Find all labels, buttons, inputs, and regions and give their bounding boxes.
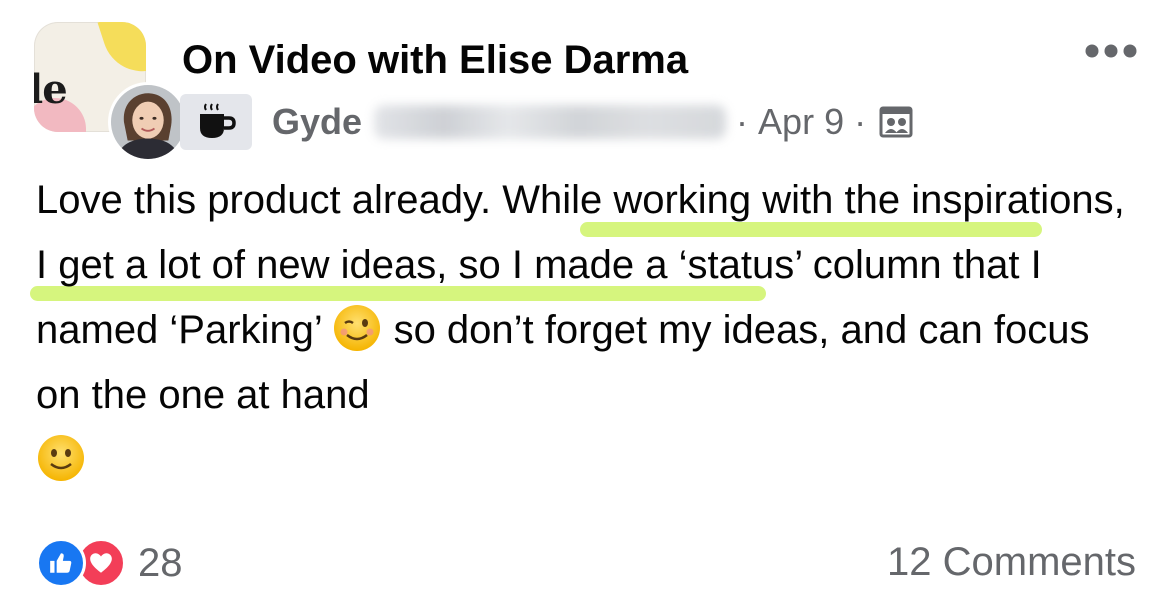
meta-separator: ·: [736, 101, 749, 142]
highlighted-text: While working with the: [502, 178, 901, 222]
group-avatar-logo: le: [34, 66, 68, 113]
post-meta: Gyde · Apr 9 ·: [180, 94, 914, 150]
group-name[interactable]: On Video with Elise Darma: [182, 38, 688, 83]
more-options-icon: [1085, 44, 1137, 58]
more-options-button[interactable]: [1084, 40, 1138, 62]
group-audience-icon[interactable]: [878, 104, 914, 140]
redacted-author-surname: [374, 105, 727, 139]
reactions-summary[interactable]: 28: [36, 538, 183, 588]
post-text-part: Love this product already.: [36, 178, 503, 222]
meta-separator: ·: [854, 101, 867, 142]
comments-count-link[interactable]: 12 Comments: [887, 540, 1136, 585]
avatar-stack[interactable]: le: [34, 22, 188, 162]
coffee-cup-icon: [200, 103, 236, 138]
post-text: Love this product already. While working…: [36, 168, 1136, 493]
reaction-count[interactable]: 28: [138, 541, 183, 586]
post-text-part: [900, 178, 911, 222]
smiling-face-emoji: [36, 433, 86, 483]
post-date[interactable]: Apr 9: [758, 101, 844, 143]
author-name[interactable]: Gyde: [272, 101, 362, 143]
winking-face-emoji: [332, 303, 382, 353]
avatar-decoration: [97, 22, 146, 82]
like-icon: [36, 538, 86, 588]
post-footer: 28 12 Comments: [36, 530, 1136, 590]
member-badge[interactable]: [180, 94, 252, 150]
author-avatar[interactable]: [108, 82, 188, 162]
